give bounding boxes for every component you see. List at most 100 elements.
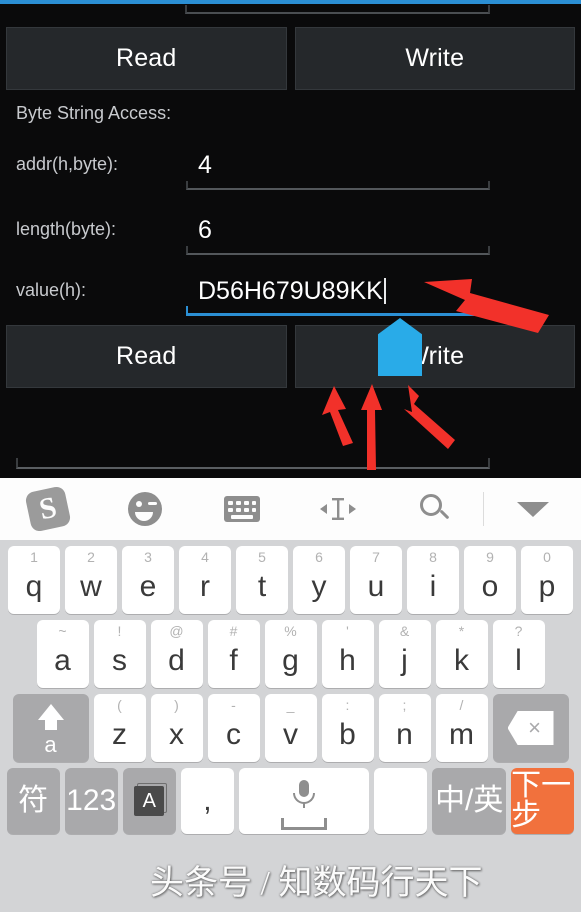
write-button-bottom[interactable]: Write xyxy=(294,325,575,388)
key-u-sup: 7 xyxy=(372,549,380,565)
key-j-label: j xyxy=(401,644,408,677)
shift-key-label: a xyxy=(44,732,57,757)
key-e[interactable]: 3 e xyxy=(122,546,174,614)
arrow-to-write-1 xyxy=(322,386,353,446)
key-s-label: s xyxy=(112,644,127,677)
keyboard-toolbar: S xyxy=(0,478,581,540)
backspace-icon: × xyxy=(507,711,554,745)
key-y[interactable]: 6 y xyxy=(293,546,345,614)
key-q[interactable]: 1 q xyxy=(8,546,60,614)
partial-field-underline-top xyxy=(185,5,490,14)
key-i[interactable]: 8 i xyxy=(407,546,459,614)
field-length-input[interactable]: 6 xyxy=(186,205,490,255)
field-addr-input[interactable]: 4 xyxy=(186,140,490,190)
text-caret xyxy=(383,278,386,304)
key-p-sup: 0 xyxy=(543,549,551,565)
key-c-sup: - xyxy=(231,697,236,713)
key-s-sup: ! xyxy=(117,623,122,639)
input-mode-key[interactable]: A xyxy=(122,768,176,834)
write-button-top[interactable]: Write xyxy=(294,27,575,90)
key-v-sup: _ xyxy=(286,697,295,713)
input-mode-icon: A xyxy=(134,786,165,816)
field-length-value: 6 xyxy=(198,216,212,244)
field-length-label: length(byte): xyxy=(16,219,117,239)
language-toggle-key[interactable]: 中/英 xyxy=(432,768,507,834)
key-h[interactable]: ' h xyxy=(321,620,374,688)
numeric-key[interactable]: 123 xyxy=(64,768,118,834)
spacebar-indicator xyxy=(281,818,328,830)
microphone-icon xyxy=(274,780,334,822)
comma-key[interactable]: , xyxy=(180,768,235,834)
key-r-sup: 4 xyxy=(201,549,209,565)
key-p[interactable]: 0 p xyxy=(521,546,573,614)
enter-next-key[interactable]: 下一步 xyxy=(511,768,575,834)
emoji-button[interactable] xyxy=(97,478,194,540)
keyboard-switch-button[interactable] xyxy=(193,478,290,540)
button-row-top: Read Write xyxy=(6,27,575,90)
key-w-label: w xyxy=(80,570,102,603)
partial-field-underline-bottom xyxy=(16,458,490,469)
sogou-logo-icon: S xyxy=(24,485,73,533)
key-o-label: o xyxy=(481,570,499,603)
field-value-input[interactable]: D56H679U89KK xyxy=(186,266,490,316)
key-o[interactable]: 9 o xyxy=(464,546,516,614)
space-key[interactable] xyxy=(239,768,370,834)
key-f[interactable]: # f xyxy=(207,620,260,688)
watermark-text: 头条号 / 知数码行天下 xyxy=(150,865,483,902)
shift-key[interactable]: a xyxy=(12,694,89,762)
app-content-area: Read Write Byte String Access: addr(h,by… xyxy=(0,0,581,478)
backspace-key[interactable]: × xyxy=(492,694,569,762)
keyboard-row-3: a ( z ) x - c _ v : b ; n / m × xyxy=(4,694,577,762)
key-v[interactable]: _ v xyxy=(264,694,317,762)
key-z[interactable]: ( z xyxy=(93,694,146,762)
key-e-sup: 3 xyxy=(144,549,152,565)
field-value-label: value(h): xyxy=(16,280,87,300)
key-c[interactable]: - c xyxy=(207,694,260,762)
key-k-label: k xyxy=(454,644,469,677)
key-m[interactable]: / m xyxy=(435,694,488,762)
key-g[interactable]: % g xyxy=(264,620,317,688)
key-j[interactable]: & j xyxy=(378,620,431,688)
chevron-down-icon xyxy=(516,501,549,517)
key-d[interactable]: @ d xyxy=(150,620,203,688)
key-o-sup: 9 xyxy=(486,549,494,565)
symbol-key[interactable]: 符 xyxy=(6,768,60,834)
key-q-label: q xyxy=(25,570,43,603)
field-value: value(h): D56H679U89KK xyxy=(16,266,490,322)
key-l[interactable]: ? l xyxy=(492,620,545,688)
key-c-label: c xyxy=(226,718,241,751)
key-x-sup: ) xyxy=(174,697,179,713)
key-u[interactable]: 7 u xyxy=(350,546,402,614)
field-length: length(byte): 6 xyxy=(16,205,490,261)
keyboard-row-4: 符 123 A , 中/英 下一步 xyxy=(4,768,577,834)
field-value-string: D56H679U89KK xyxy=(198,277,383,305)
language-toggle-label: 中/英 xyxy=(435,784,504,817)
arrow-to-write-3 xyxy=(404,385,455,449)
key-p-label: p xyxy=(538,570,556,603)
read-button-top[interactable]: Read xyxy=(6,27,287,90)
sogou-logo-button[interactable]: S xyxy=(0,478,97,540)
key-x-label: x xyxy=(169,718,184,751)
emoji-wink-detail xyxy=(148,502,157,505)
read-button-bottom[interactable]: Read xyxy=(6,325,287,388)
key-w[interactable]: 2 w xyxy=(65,546,117,614)
key-n-sup: ; xyxy=(402,697,407,713)
mic-stem xyxy=(303,803,306,808)
keyboard-keys: 1 q 2 w 3 e 4 r 5 t 6 y 7 u 8 i 9 o 0 p … xyxy=(0,540,581,834)
key-r[interactable]: 4 r xyxy=(179,546,231,614)
cursor-move-button[interactable] xyxy=(290,478,387,540)
field-addr-underline xyxy=(186,181,490,190)
key-n[interactable]: ; n xyxy=(378,694,431,762)
key-s[interactable]: ! s xyxy=(93,620,146,688)
search-button[interactable] xyxy=(387,478,484,540)
key-t[interactable]: 5 t xyxy=(236,546,288,614)
key-g-sup: % xyxy=(284,623,297,639)
key-a[interactable]: ~ a xyxy=(36,620,89,688)
hide-keyboard-button[interactable] xyxy=(484,478,581,540)
key-i-label: i xyxy=(429,570,437,603)
blank-key[interactable] xyxy=(374,768,428,834)
key-b[interactable]: : b xyxy=(321,694,374,762)
key-k[interactable]: * k xyxy=(435,620,488,688)
key-x[interactable]: ) x xyxy=(150,694,203,762)
key-g-label: g xyxy=(282,644,299,677)
